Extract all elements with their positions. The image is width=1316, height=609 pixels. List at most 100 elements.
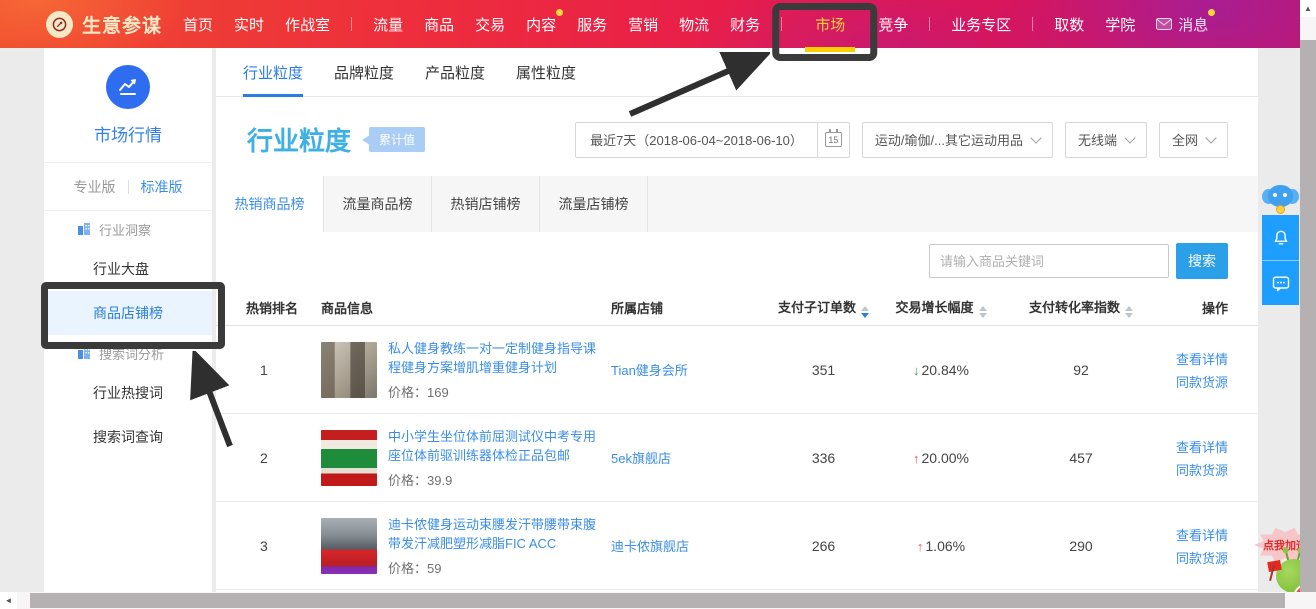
sort-desc-icon: [1125, 313, 1133, 318]
conversion-cell: 290: [1006, 538, 1156, 554]
version-tab-standard[interactable]: 标准版: [129, 177, 195, 197]
feedback-chat-button[interactable]: [1262, 260, 1299, 305]
tab-hot-items[interactable]: 热销商品榜: [216, 176, 324, 232]
sidebar: 市场行情 专业版标准版 行业洞察行业大盘商品店铺榜搜索词分析行业热搜词搜索词查询: [44, 48, 212, 592]
product-image[interactable]: [321, 518, 377, 574]
shop-cell: Tian健身会所: [611, 360, 771, 380]
orders-cell: 351: [771, 362, 876, 378]
version-tab-pro[interactable]: 专业版: [62, 177, 128, 197]
scroll-left-button[interactable]: ◄: [0, 592, 17, 609]
view-detail-link[interactable]: 查看详情: [1176, 349, 1228, 368]
screen: 生意参谋 首页实时作战室流量商品交易内容服务营销物流财务市场竞争业务专区取数学院…: [0, 0, 1316, 609]
sort-desc-icon: [979, 313, 987, 318]
nav-item-service[interactable]: 服务: [577, 0, 607, 48]
tab-hot-shops[interactable]: 热销店铺榜: [432, 176, 540, 232]
notification-dot: [1208, 9, 1215, 16]
market-chart-icon: [106, 65, 150, 109]
nav-item-product[interactable]: 商品: [424, 0, 454, 48]
sidebar-item-search-word-query[interactable]: 搜索词查询: [44, 415, 212, 459]
nav-item-finance[interactable]: 财务: [730, 0, 760, 48]
nav-item-academy[interactable]: 学院: [1105, 0, 1135, 48]
shop-link[interactable]: 5ek旗舰店: [611, 451, 671, 466]
product-image[interactable]: [321, 430, 377, 486]
orders-cell: 336: [771, 450, 876, 466]
tab-traffic-shops[interactable]: 流量店铺榜: [540, 176, 648, 232]
sidebar-module-market-quotes[interactable]: 市场行情: [44, 48, 212, 163]
sort-control[interactable]: [861, 306, 869, 318]
nav-divider: [929, 17, 930, 31]
column-header: 操作: [1156, 298, 1228, 317]
sidebar-item-industry-overview[interactable]: 行业大盘: [44, 247, 212, 291]
product-image[interactable]: [321, 342, 377, 398]
search-button[interactable]: 搜索: [1176, 243, 1228, 279]
calendar-icon: 15: [825, 132, 842, 147]
product-title-link[interactable]: 迪卡侬健身运动束腰发汗带腰带束腹带发汗减肥塑形减脂FIC ACC: [388, 515, 603, 553]
sort-control[interactable]: [979, 306, 987, 318]
terminal-select[interactable]: 无线端: [1065, 122, 1147, 158]
same-supply-link[interactable]: 同款货源: [1176, 548, 1228, 567]
nav-item-logistics[interactable]: 物流: [679, 0, 709, 48]
nav-item-trade[interactable]: 交易: [475, 0, 505, 48]
sidebar-item-industry-hot-words[interactable]: 行业热搜词: [44, 371, 212, 415]
tab-product[interactable]: 产品粒度: [425, 48, 485, 97]
actions-cell: 查看详情同款货源: [1156, 349, 1228, 391]
nav-item-data-extract[interactable]: 取数: [1054, 0, 1084, 48]
nav-item-content[interactable]: 内容: [526, 0, 556, 48]
vertical-scrollbar: ▲: [1300, 0, 1316, 609]
nav-item-home[interactable]: 首页: [183, 0, 213, 48]
brand[interactable]: 生意参谋: [46, 11, 162, 38]
calendar-button[interactable]: 15: [817, 123, 849, 157]
view-detail-link[interactable]: 查看详情: [1176, 437, 1228, 456]
view-detail-link[interactable]: 查看详情: [1176, 525, 1228, 544]
arrow-down-icon: ↓: [913, 363, 920, 378]
filter-controls: 最近7天（2018-06-04~2018-06-10） 15 运动/瑜伽/...…: [575, 122, 1228, 158]
product-price: 价格：39.9: [388, 470, 603, 489]
cumulative-badge: 累计值: [369, 127, 425, 152]
column-header: 商品信息: [321, 298, 611, 317]
nav-item-war-room[interactable]: 作战室: [285, 0, 330, 48]
keyword-input[interactable]: [929, 244, 1169, 278]
nav-item-marketing[interactable]: 营销: [628, 0, 658, 48]
category-select[interactable]: 运动/瑜伽/...其它运动用品: [862, 122, 1053, 158]
tab-traffic-items[interactable]: 流量商品榜: [324, 176, 432, 232]
filter-selects: 运动/瑜伽/...其它运动用品 无线端全网: [862, 122, 1228, 158]
chevron-down-icon: [1205, 132, 1216, 143]
same-supply-link[interactable]: 同款货源: [1176, 372, 1228, 391]
nav-item-biz-zone[interactable]: 业务专区: [951, 0, 1011, 48]
sort-control[interactable]: [1125, 306, 1133, 318]
chevron-down-icon: [1030, 132, 1041, 143]
actions-cell: 查看详情同款货源: [1156, 437, 1228, 479]
sidebar-section-label: 行业洞察: [99, 220, 151, 239]
version-switch: 专业版标准版: [44, 163, 212, 211]
vertical-scroll-thumb[interactable]: [1300, 40, 1316, 592]
sidebar-section-label: 搜索词分析: [99, 344, 164, 363]
actions-cell: 查看详情同款货源: [1156, 525, 1228, 567]
nav-item-market[interactable]: 市场: [803, 0, 857, 48]
same-supply-link[interactable]: 同款货源: [1176, 460, 1228, 479]
table-header: 热销排名商品信息所属店铺支付子订单数交易增长幅度支付转化率指数操作: [216, 290, 1258, 326]
notification-bell-button[interactable]: [1262, 215, 1299, 260]
tab-brand[interactable]: 品牌粒度: [334, 48, 394, 97]
growth-cell: ↓20.84%: [876, 362, 1006, 378]
table-row: 3迪卡侬健身运动束腰发汗带腰带束腹带发汗减肥塑形减脂FIC ACC价格：59迪卡…: [216, 502, 1258, 590]
shop-link[interactable]: 迪卡侬旗舰店: [611, 539, 689, 554]
building-icon: [77, 222, 91, 236]
product-title-link[interactable]: 中小学生坐位体前屈测试仪中考专用座位体前驱训练器体检正品包邮: [388, 427, 603, 465]
nav-item-message[interactable]: 消息: [1156, 0, 1208, 48]
select-value: 运动/瑜伽/...其它运动用品: [875, 130, 1023, 149]
sidebar-item-item-shop-rank[interactable]: 商品店铺榜: [44, 291, 212, 335]
shop-cell: 5ek旗舰店: [611, 448, 771, 468]
tab-industry[interactable]: 行业粒度: [243, 48, 303, 97]
shop-link[interactable]: Tian健身会所: [611, 363, 688, 378]
scroll-up-button[interactable]: ▲: [1300, 0, 1316, 17]
horizontal-scroll-thumb[interactable]: [30, 593, 1285, 608]
scope-select[interactable]: 全网: [1159, 122, 1228, 158]
nav-item-traffic[interactable]: 流量: [373, 0, 403, 48]
date-range-picker[interactable]: 最近7天（2018-06-04~2018-06-10） 15: [575, 122, 850, 158]
sidebar-section-search-word-analysis: 搜索词分析: [44, 335, 212, 371]
product-title-link[interactable]: 私人健身教练一对一定制健身指导课程健身方案增肌增重健身计划: [388, 339, 603, 377]
nav-item-competition[interactable]: 竞争: [878, 0, 908, 48]
tab-attribute[interactable]: 属性粒度: [516, 48, 576, 97]
nav-item-realtime[interactable]: 实时: [234, 0, 264, 48]
table-row: 1私人健身教练一对一定制健身指导课程健身方案增肌增重健身计划价格：169Tian…: [216, 326, 1258, 414]
